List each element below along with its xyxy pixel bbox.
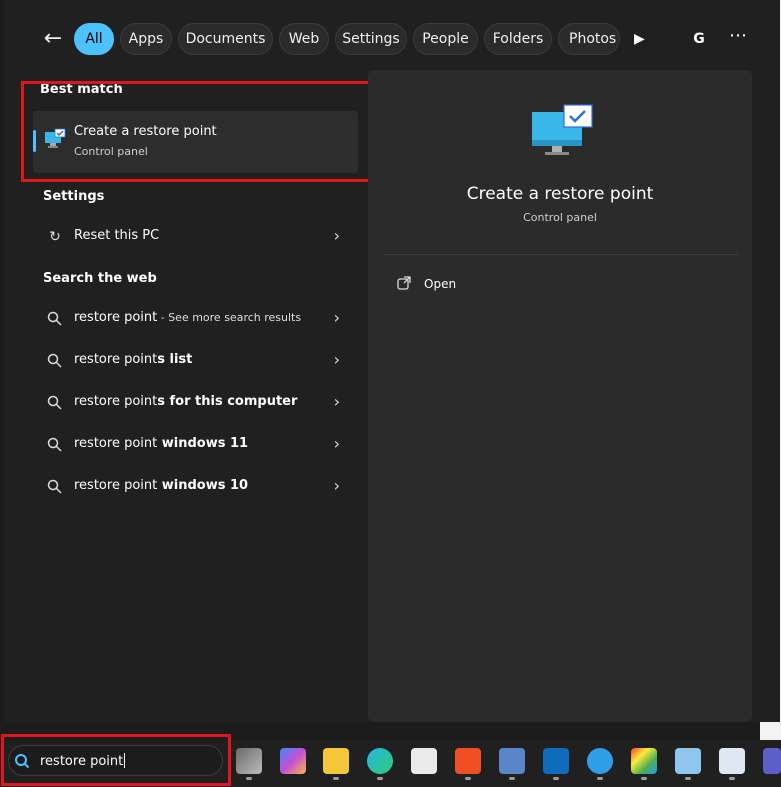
highlight-box-search bbox=[1, 734, 231, 786]
web-result-item[interactable]: restore point windows 11 › bbox=[40, 426, 350, 464]
search-icon bbox=[47, 479, 62, 494]
settings-item-reset-this-pc[interactable]: ↻ Reset this PC › bbox=[40, 218, 350, 256]
back-arrow-icon[interactable]: ← bbox=[38, 24, 68, 54]
more-filters-play-icon[interactable]: ▶ bbox=[634, 28, 652, 50]
running-indicator bbox=[729, 777, 735, 780]
account-avatar[interactable]: G bbox=[688, 28, 710, 50]
settings-item-label: Reset this PC bbox=[74, 228, 160, 243]
chevron-right-icon: › bbox=[333, 392, 340, 411]
performance-monitor-icon[interactable] bbox=[719, 748, 745, 774]
open-action-button[interactable]: Open bbox=[424, 277, 456, 291]
teams-icon[interactable] bbox=[763, 748, 781, 774]
running-indicator bbox=[553, 777, 559, 780]
more-options-icon[interactable]: ⋯ bbox=[724, 24, 752, 52]
store-icon[interactable] bbox=[411, 748, 437, 774]
filter-chip-photos[interactable]: Photos bbox=[558, 23, 620, 55]
filter-chip-settings[interactable]: Settings bbox=[335, 23, 407, 55]
running-indicator bbox=[246, 777, 252, 780]
detail-pane bbox=[368, 70, 752, 722]
task-view-icon[interactable] bbox=[236, 748, 262, 774]
settings-heading: Settings bbox=[43, 189, 105, 204]
notepad-icon[interactable] bbox=[675, 748, 701, 774]
filter-chip-all[interactable]: All bbox=[74, 23, 114, 55]
web-result-item[interactable]: restore point windows 10 › bbox=[40, 468, 350, 506]
running-indicator bbox=[465, 777, 471, 780]
chevron-right-icon: › bbox=[333, 350, 340, 369]
web-result-query: restore point bbox=[74, 436, 158, 451]
filter-chip-web[interactable]: Web bbox=[279, 23, 329, 55]
filter-chip-people[interactable]: People bbox=[413, 23, 478, 55]
running-indicator bbox=[597, 777, 603, 780]
web-result-item[interactable]: restore point - See more search results … bbox=[40, 300, 350, 338]
detail-subtitle: Control panel bbox=[523, 211, 597, 224]
restore-point-large-icon bbox=[532, 104, 593, 155]
search-icon bbox=[47, 437, 62, 452]
chevron-right-icon: › bbox=[333, 434, 340, 453]
web-result-item[interactable]: restore points list › bbox=[40, 342, 350, 380]
running-indicator bbox=[509, 777, 515, 780]
search-icon bbox=[47, 311, 62, 326]
outlook-icon[interactable] bbox=[543, 748, 569, 774]
divider bbox=[384, 254, 738, 255]
reset-pc-icon: ↻ bbox=[49, 229, 61, 245]
paint-icon[interactable] bbox=[631, 748, 657, 774]
web-result-suffix: s list bbox=[157, 352, 193, 367]
search-icon bbox=[47, 395, 62, 410]
filter-chip-folders[interactable]: Folders bbox=[484, 23, 552, 55]
running-indicator bbox=[333, 777, 339, 780]
web-result-suffix: windows 11 bbox=[157, 436, 249, 451]
web-result-query: restore point bbox=[74, 394, 158, 409]
web-result-query: restore point bbox=[74, 310, 158, 325]
running-indicator bbox=[685, 777, 691, 780]
running-indicator bbox=[377, 777, 383, 780]
chevron-right-icon: › bbox=[333, 476, 340, 495]
filter-chip-documents[interactable]: Documents bbox=[178, 23, 273, 55]
filter-chip-apps[interactable]: Apps bbox=[120, 23, 172, 55]
m365-icon[interactable] bbox=[280, 748, 306, 774]
brave-icon[interactable] bbox=[455, 748, 481, 774]
running-indicator bbox=[641, 777, 647, 780]
network-icon[interactable] bbox=[499, 748, 525, 774]
chevron-right-icon: › bbox=[333, 308, 340, 327]
highlight-box-best-match bbox=[21, 81, 378, 182]
plus-app-icon[interactable] bbox=[587, 748, 613, 774]
open-external-icon[interactable] bbox=[396, 275, 412, 291]
chevron-right-icon: › bbox=[333, 226, 340, 245]
web-result-query: restore point bbox=[74, 352, 158, 367]
search-icon bbox=[47, 353, 62, 368]
web-result-suffix: windows 10 bbox=[157, 478, 249, 493]
edge-icon[interactable] bbox=[367, 748, 393, 774]
web-result-suffix: s for this computer bbox=[157, 394, 298, 409]
web-result-item[interactable]: restore points for this computer › bbox=[40, 384, 350, 422]
file-explorer-icon[interactable] bbox=[323, 748, 349, 774]
detail-title: Create a restore point bbox=[466, 184, 654, 204]
web-result-hint: - See more search results bbox=[157, 311, 302, 324]
web-result-query: restore point bbox=[74, 478, 158, 493]
search-web-heading: Search the web bbox=[43, 271, 157, 286]
